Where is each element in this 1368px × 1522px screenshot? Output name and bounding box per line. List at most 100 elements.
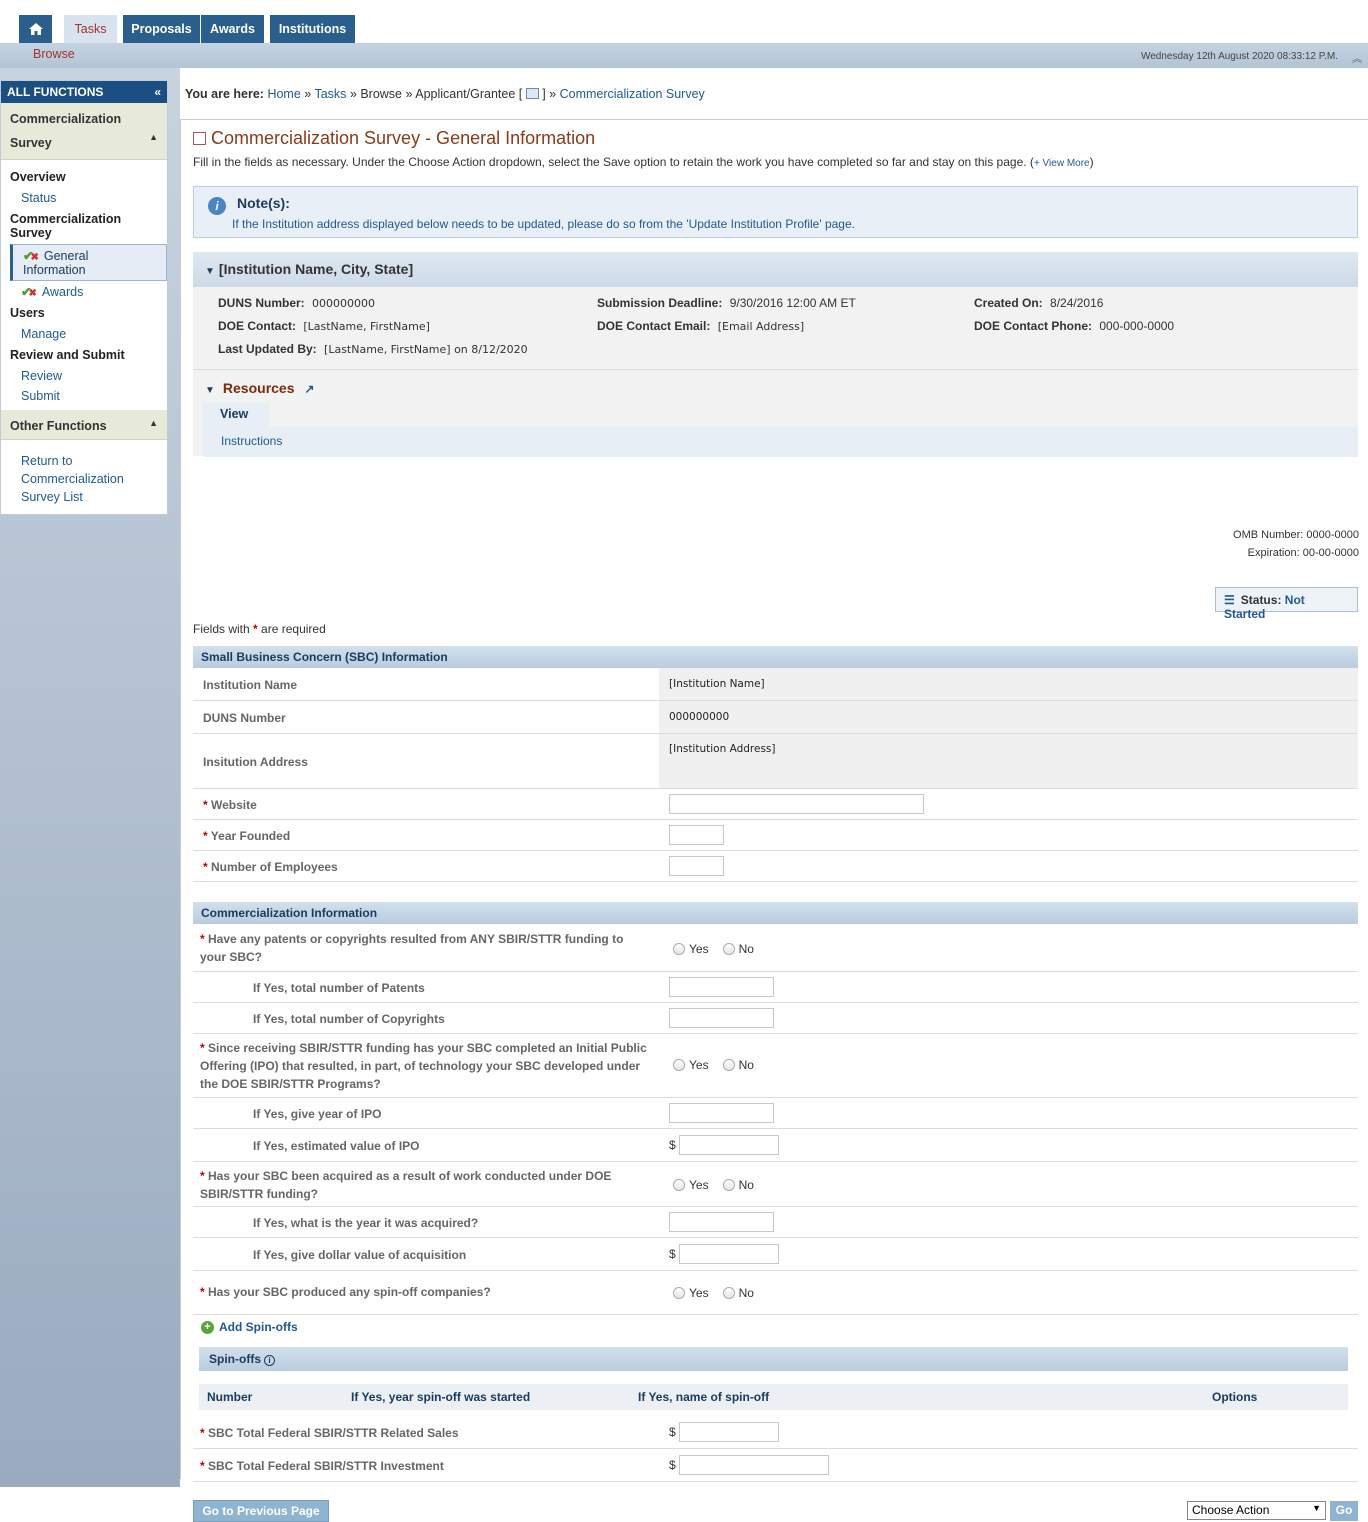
section-commercialization-survey[interactable]: Commercialization Survey ▲ [1, 103, 167, 160]
ipo-no-option[interactable]: No [722, 1058, 754, 1072]
radio-no-icon[interactable] [722, 1179, 735, 1191]
collapse-up-icon[interactable]: ︽ [1352, 50, 1362, 65]
section-other-functions[interactable]: Other Functions ▲ [1, 410, 167, 440]
col-options: Options [1212, 1390, 1258, 1404]
chevron-up-icon[interactable]: ▲ [149, 125, 158, 155]
home-button[interactable] [19, 15, 52, 43]
omb-number: 0000-0000 [1306, 529, 1359, 541]
spinoffs-question: Has your SBC produced any spin-off compa… [208, 1285, 491, 1299]
yes-label: Yes [689, 1058, 709, 1072]
subtab-browse[interactable]: Browse [33, 47, 75, 61]
sidebar-item-return-to-list[interactable]: Return to Commercialization Survey List [1, 440, 166, 514]
radio-yes-icon[interactable] [673, 943, 685, 955]
previous-page-button[interactable]: Go to Previous Page [193, 1500, 329, 1522]
doe-phone-label: DOE Contact Phone: [974, 319, 1093, 333]
website-cell [659, 789, 1358, 819]
tab-view[interactable]: View [203, 403, 269, 427]
breadcrumb-current[interactable]: Commercialization Survey [560, 87, 705, 101]
address-cell: [Institution Address] [659, 734, 1358, 788]
patents-count-input[interactable] [669, 977, 774, 997]
row-ipo-value: If Yes, estimated value of IPO $ [193, 1129, 1358, 1162]
acquired-year-input[interactable] [669, 1212, 774, 1232]
ipo-question-wrap: * Since receiving SBIR/STTR funding has … [200, 1039, 650, 1093]
investment-label-wrap: * SBC Total Federal SBIR/STTR Investment [200, 1459, 444, 1473]
dropdown-arrow-icon: ▼ [1312, 1503, 1321, 1513]
year-founded-input[interactable] [669, 825, 724, 845]
year-founded-cell [659, 820, 1358, 850]
choose-action-select[interactable]: Choose Action ▼ [1187, 1501, 1326, 1520]
list-icon: ☰ [1224, 593, 1235, 607]
content-panel: Commercialization Survey - General Infor… [180, 119, 1368, 1522]
radio-no-icon[interactable] [722, 1287, 735, 1299]
instructions-link[interactable]: Instructions [221, 434, 282, 448]
patents-yes-option[interactable]: Yes [673, 942, 709, 956]
tab-proposals[interactable]: Proposals [123, 15, 200, 43]
add-spinoffs-button[interactable]: + Add Spin-offs [201, 1320, 298, 1334]
chevron-up-icon[interactable]: ▲ [149, 414, 158, 435]
no-label: No [738, 1286, 754, 1300]
no-label: No [738, 1058, 754, 1072]
radio-yes-icon[interactable] [673, 1059, 685, 1071]
required-star-icon: * [200, 1459, 205, 1473]
tab-awards[interactable]: Awards [201, 15, 264, 43]
employees-input[interactable] [669, 856, 724, 876]
info-icon[interactable]: i [264, 1355, 275, 1366]
acquired-value-input[interactable] [679, 1244, 779, 1264]
all-functions-title: ALL FUNCTIONS [7, 85, 104, 99]
sidebar-item-submit[interactable]: Submit [1, 386, 167, 406]
resources-header[interactable]: ▼ Resources ↗ [205, 380, 314, 396]
all-functions-header: ALL FUNCTIONS « [1, 81, 167, 103]
required-star-icon: * [200, 932, 205, 946]
row-related-sales: * SBC Total Federal SBIR/STTR Related Sa… [193, 1416, 1358, 1449]
acquired-question-wrap: * Has your SBC been acquired as a result… [200, 1167, 640, 1203]
omb-info: OMB Number: 0000-0000 Expiration: 00-00-… [1233, 526, 1359, 562]
radio-no-icon[interactable] [722, 1059, 735, 1071]
tab-tasks[interactable]: Tasks [64, 15, 117, 43]
acquired-yes-option[interactable]: Yes [673, 1178, 709, 1192]
sidebar-item-status[interactable]: Status [1, 188, 167, 208]
ipo-yes-option[interactable]: Yes [673, 1058, 709, 1072]
duns-number-label: DUNS Number [203, 711, 286, 725]
calendar-icon[interactable] [525, 88, 539, 99]
sidebar-item-manage[interactable]: Manage [1, 324, 167, 344]
ipo-value-input[interactable] [679, 1135, 779, 1155]
radio-yes-icon[interactable] [673, 1179, 685, 1191]
row-ipo-question: * Since receiving SBIR/STTR funding has … [193, 1034, 1358, 1098]
choose-action-value: Choose Action [1192, 1503, 1270, 1517]
breadcrumb-applicant: Applicant/Grantee [ [415, 87, 523, 101]
institution-header[interactable]: ▼ [Institution Name, City, State] [193, 252, 1358, 287]
copyrights-count-label: If Yes, total number of Copyrights [253, 1012, 445, 1026]
go-button[interactable]: Go [1330, 1501, 1358, 1521]
page-title: Commercialization Survey - General Infor… [193, 128, 595, 149]
note-body: If the Institution address displayed bel… [232, 217, 855, 231]
required-star-icon: * [200, 1041, 205, 1055]
row-spinoffs-question: * Has your SBC produced any spin-off com… [193, 1271, 1358, 1315]
sidebar-item-review[interactable]: Review [1, 366, 167, 386]
spinoffs-yes-option[interactable]: Yes [673, 1286, 709, 1300]
external-link-icon[interactable]: ↗ [304, 382, 314, 396]
tab-institutions[interactable]: Institutions [270, 15, 355, 43]
investment-input[interactable] [679, 1455, 829, 1475]
website-input[interactable] [669, 794, 924, 814]
copyrights-count-input[interactable] [669, 1008, 774, 1028]
patents-no-option[interactable]: No [722, 942, 754, 956]
omb-expiration: 00-00-0000 [1302, 547, 1359, 559]
sidebar-item-general-information[interactable]: ✔✖ General Information [10, 244, 167, 281]
radio-no-icon[interactable] [722, 943, 735, 955]
breadcrumb-home[interactable]: Home [267, 87, 300, 101]
status-badge[interactable]: ☰ Status: Not Started [1215, 587, 1358, 621]
breadcrumb-tasks[interactable]: Tasks [314, 87, 346, 101]
omb-expiration-label: Expiration: [1247, 547, 1300, 559]
created-value: 8/24/2016 [1050, 296, 1104, 310]
related-sales-input[interactable] [679, 1422, 779, 1442]
acquired-no-option[interactable]: No [722, 1178, 754, 1192]
sidebar-item-awards[interactable]: ✔✖ Awards [1, 281, 167, 302]
spinoffs-no-option[interactable]: No [722, 1286, 754, 1300]
collapse-sidebar-icon[interactable]: « [154, 85, 161, 99]
ipo-year-input[interactable] [669, 1103, 774, 1123]
view-more-link[interactable]: + View More [1034, 158, 1090, 169]
spinoffs-radio-group: Yes No [673, 1286, 754, 1300]
incomplete-icon: ✖ [28, 288, 37, 299]
radio-yes-icon[interactable] [673, 1287, 685, 1299]
acquired-question: Has your SBC been acquired as a result o… [200, 1169, 612, 1201]
